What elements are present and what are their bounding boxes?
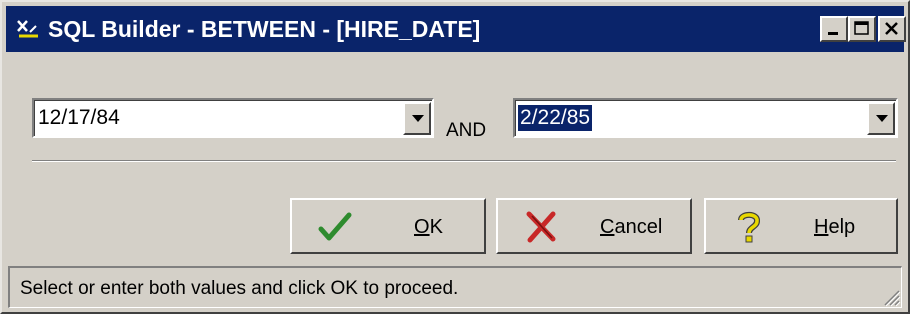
- cancel-button-label: Cancel: [600, 216, 663, 238]
- ok-button-label: OK: [414, 216, 443, 238]
- status-text: Select or enter both values and click OK…: [20, 278, 459, 299]
- to-date-dropdown-button[interactable]: [867, 102, 895, 135]
- sql-builder-icon: [17, 20, 38, 38]
- chevron-down-icon: [876, 115, 888, 122]
- minimize-button[interactable]: [820, 16, 848, 42]
- maximize-icon: [854, 21, 869, 35]
- help-button[interactable]: Help: [704, 198, 898, 254]
- and-label: AND: [446, 120, 487, 141]
- from-date-dropdown-button[interactable]: [403, 102, 431, 135]
- to-date-combobox[interactable]: 2/22/85: [513, 98, 898, 138]
- sql-builder-window: SQL Builder - BETWEEN - [HIRE_DATE] 12/1…: [0, 0, 910, 314]
- close-button[interactable]: [878, 16, 906, 42]
- from-date-value[interactable]: 12/17/84: [38, 106, 120, 130]
- resize-grip-icon[interactable]: [879, 285, 901, 307]
- close-icon: [885, 22, 898, 35]
- divider: [32, 160, 896, 162]
- window-title: SQL Builder - BETWEEN - [HIRE_DATE]: [48, 16, 481, 42]
- chevron-down-icon: [412, 115, 424, 122]
- minimize-icon: [828, 32, 838, 35]
- question-mark-icon: [738, 211, 760, 243]
- maximize-button[interactable]: [848, 16, 876, 42]
- to-date-value[interactable]: 2/22/85: [518, 105, 593, 131]
- from-date-combobox[interactable]: 12/17/84: [32, 98, 434, 138]
- status-bar: Select or enter both values and click OK…: [8, 266, 902, 308]
- ok-button[interactable]: OK: [290, 198, 486, 254]
- checkmark-icon: [318, 212, 352, 241]
- help-button-label: Help: [814, 216, 856, 238]
- red-x-icon: [526, 211, 556, 243]
- title-bar[interactable]: SQL Builder - BETWEEN - [HIRE_DATE]: [6, 6, 906, 52]
- cancel-button[interactable]: Cancel: [496, 198, 692, 254]
